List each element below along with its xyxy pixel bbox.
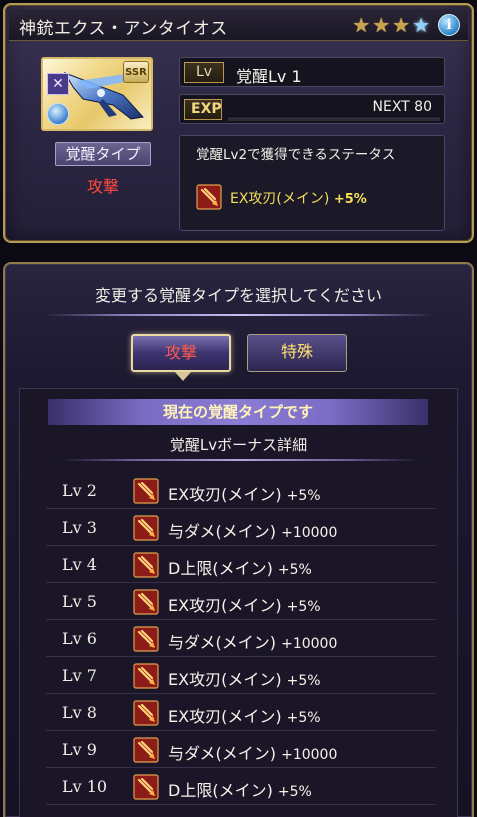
title-bar: 神銃エクス・アンタイオス ★ ★ ★ ★ i [9, 9, 468, 41]
awaken-select-panel: 変更する覚醒タイプを選択してください 攻撃 特殊 現在の覚醒タイプです 覚醒Lv… [3, 262, 474, 817]
bonus-stat: D上限(メイン) +5% [168, 777, 312, 801]
bonus-list: Lv 2 EX攻刃(メイン) +5% Lv 3 与ダメ(メイン) +10000 Lv 4… [46, 472, 436, 805]
bonus-row: Lv 4 D上限(メイン) +5% [46, 546, 436, 583]
bonus-stat-name: EX攻刃(メイン) [168, 707, 282, 726]
bonus-stat-value: +5% [277, 562, 312, 578]
lv-tag: Lv [184, 62, 224, 83]
rarity-stars: ★ ★ ★ ★ [352, 15, 430, 35]
bonus-stat-value: +10000 [281, 525, 338, 541]
bonus-stat-name: EX攻刃(メイン) [168, 670, 282, 689]
sword-stat-icon [133, 478, 159, 504]
bonus-level: Lv 10 [62, 777, 108, 796]
divider [60, 459, 420, 461]
bonus-level: Lv 4 [62, 555, 97, 574]
current-type-banner: 現在の覚醒タイプです [48, 399, 428, 425]
sword-stat-icon [133, 737, 159, 763]
bonus-stat: D上限(メイン) +5% [168, 555, 312, 579]
bonus-level: Lv 2 [62, 481, 97, 500]
bonus-level: Lv 3 [62, 518, 97, 537]
bonus-stat-value: +5% [286, 673, 321, 689]
tab-attack[interactable]: 攻撃 [131, 334, 231, 372]
bonus-row: Lv 3 与ダメ(メイン) +10000 [46, 509, 436, 546]
bonus-stat-name: D上限(メイン) [168, 781, 273, 800]
ssr-badge: SSR [123, 61, 149, 83]
exp-progress-bar [228, 116, 440, 121]
bonus-stat-value: +5% [286, 710, 321, 726]
next-stat-value: +5% [333, 192, 367, 207]
star-icon: ★ [372, 13, 391, 37]
star-icon: ★ [352, 13, 371, 37]
skill-orb-icon [47, 103, 69, 125]
bonus-stat-name: EX攻刃(メイン) [168, 596, 282, 615]
bonus-level: Lv 8 [62, 703, 97, 722]
bonus-stat-value: +10000 [281, 747, 338, 763]
bonus-row: Lv 10 D上限(メイン) +5% [46, 768, 436, 805]
sword-stat-icon [133, 700, 159, 726]
awaken-type-value: 攻撃 [86, 177, 119, 196]
bonus-stat: 与ダメ(メイン) +10000 [168, 518, 337, 542]
bonus-stat: EX攻刃(メイン) +5% [168, 481, 321, 505]
bonus-stat-name: 与ダメ(メイン) [168, 744, 277, 763]
bonus-stat: EX攻刃(メイン) +5% [168, 703, 321, 727]
divider [45, 314, 433, 316]
sword-stat-icon [133, 515, 159, 541]
sword-stat-icon [133, 552, 159, 578]
star-icon: ★ [412, 13, 430, 37]
tab-special[interactable]: 特殊 [247, 334, 347, 372]
exp-box: EXP NEXT 80 [179, 94, 445, 124]
bonus-stat-name: EX攻刃(メイン) [168, 485, 282, 504]
bonus-detail-frame[interactable]: 現在の覚醒タイプです 覚醒Lvボーナス詳細 Lv 2 EX攻刃(メイン) +5% L… [19, 388, 458, 817]
weapon-panel: 神銃エクス・アンタイオス ★ ★ ★ ★ i ✕ SSR 覚醒タイプ 攻撃 Lv… [3, 3, 474, 243]
bonus-row: Lv 2 EX攻刃(メイン) +5% [46, 472, 436, 509]
awaken-type-label: 覚醒タイプ [55, 142, 151, 166]
selected-tab-pointer-icon [175, 372, 191, 381]
bonus-row: Lv 8 EX攻刃(メイン) +5% [46, 694, 436, 731]
next-exp-label: NEXT 80 [372, 99, 432, 115]
bonus-stat-value: +10000 [281, 636, 338, 652]
sword-stat-icon [196, 184, 222, 210]
select-prompt: 変更する覚醒タイプを選択してください [94, 286, 383, 305]
sword-stat-icon [133, 774, 159, 800]
cross-swords-icon: ✕ [47, 73, 69, 95]
bonus-stat-name: 与ダメ(メイン) [168, 633, 277, 652]
bonus-row: Lv 6 与ダメ(メイン) +10000 [46, 620, 436, 657]
star-icon: ★ [392, 13, 411, 37]
bonus-stat-value: +5% [286, 599, 321, 615]
bonus-level: Lv 9 [62, 740, 97, 759]
bonus-stat: 与ダメ(メイン) +10000 [168, 629, 337, 653]
bonus-stat: EX攻刃(メイン) +5% [168, 592, 321, 616]
awaken-level-box: Lv 覚醒Lv 1 [179, 57, 445, 87]
bonus-row: Lv 5 EX攻刃(メイン) +5% [46, 583, 436, 620]
sword-stat-icon [133, 663, 159, 689]
bonus-stat-name: D上限(メイン) [168, 559, 273, 578]
bonus-level: Lv 7 [62, 666, 97, 685]
bonus-stat-value: +5% [286, 488, 321, 504]
next-stats-title: 覚醒Lv2で獲得できるステータス [196, 147, 396, 163]
sword-stat-icon [133, 626, 159, 652]
awaken-level-value: 覚醒Lv 1 [236, 67, 302, 86]
bonus-title: 覚醒Lvボーナス詳細 [169, 436, 308, 454]
bonus-stat: EX攻刃(メイン) +5% [168, 666, 321, 690]
bonus-row: Lv 9 与ダメ(メイン) +10000 [46, 731, 436, 768]
bonus-level: Lv 5 [62, 592, 97, 611]
exp-tag: EXP [184, 99, 222, 120]
bonus-stat-value: +5% [277, 784, 312, 800]
bonus-row: Lv 7 EX攻刃(メイン) +5% [46, 657, 436, 694]
bonus-stat: 与ダメ(メイン) +10000 [168, 740, 337, 764]
sword-stat-icon [133, 589, 159, 615]
next-stat: EX攻刃(メイン) +5% [230, 188, 367, 208]
info-icon[interactable]: i [438, 14, 460, 36]
next-stat-name: EX攻刃(メイン) [230, 191, 330, 207]
weapon-thumbnail[interactable]: ✕ SSR [41, 57, 153, 131]
bonus-stat-name: 与ダメ(メイン) [168, 522, 277, 541]
bonus-level: Lv 6 [62, 629, 97, 648]
next-level-stats-box: 覚醒Lv2で獲得できるステータス EX攻刃(メイン) +5% [179, 135, 445, 231]
weapon-name: 神銃エクス・アンタイオス [19, 19, 228, 39]
